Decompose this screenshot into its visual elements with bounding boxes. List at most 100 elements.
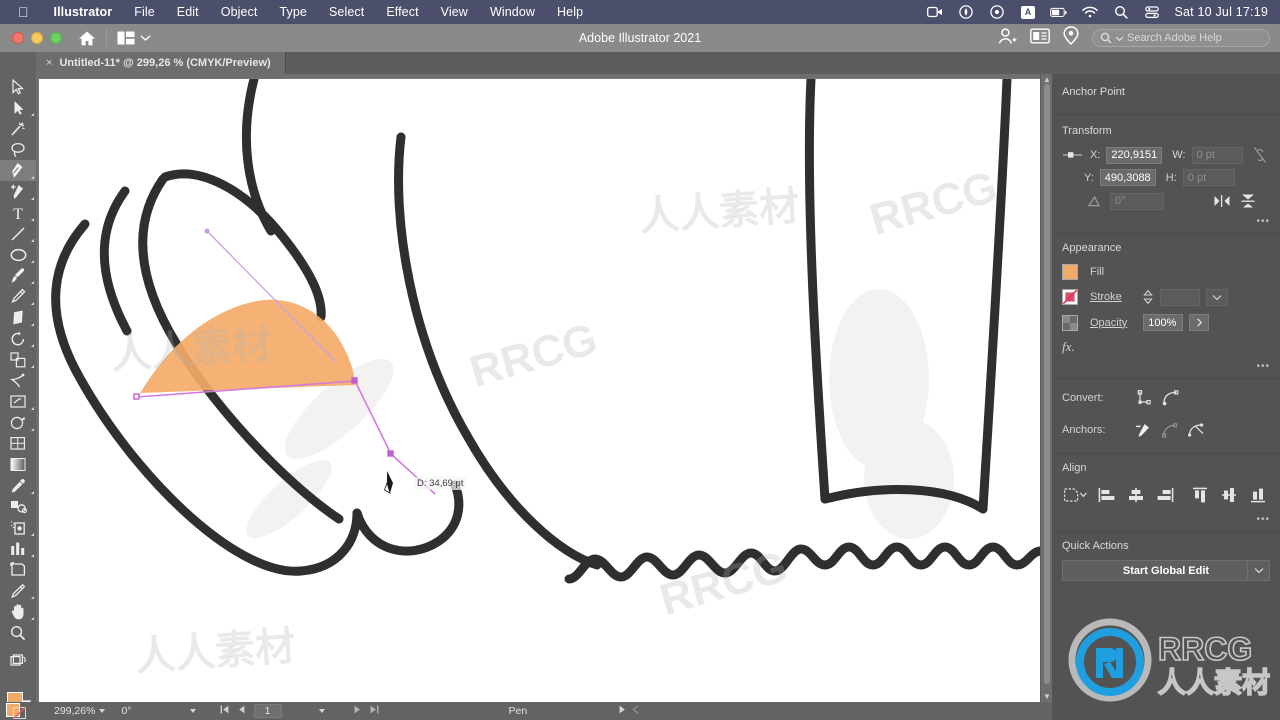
menu-view[interactable]: View: [430, 5, 479, 19]
chevron-down-icon[interactable]: [99, 709, 106, 713]
hide-handles-icon[interactable]: [1186, 421, 1206, 439]
tool-flyout-indicator[interactable]: [31, 428, 34, 431]
paintbrush-tool[interactable]: [0, 265, 36, 286]
page-chevron-down-icon[interactable]: [318, 709, 325, 713]
align-left-icon[interactable]: [1097, 486, 1117, 504]
stroke-label[interactable]: Stroke: [1090, 291, 1122, 303]
tool-flyout-indicator[interactable]: [31, 239, 34, 242]
opacity-input[interactable]: 100%: [1143, 314, 1184, 331]
selection-tool[interactable]: [0, 76, 36, 97]
next-page-icon[interactable]: [354, 705, 361, 717]
menu-illustrator[interactable]: Illustrator: [43, 5, 124, 19]
discover-icon[interactable]: [1063, 26, 1079, 50]
column-graph-tool[interactable]: [0, 538, 36, 559]
stroke-weight-dropdown[interactable]: [1205, 288, 1228, 306]
align-to-selection-icon[interactable]: [1062, 486, 1088, 504]
menu-bar-clock[interactable]: Sat 10 Jul 17:19: [1174, 5, 1268, 19]
rotation-control[interactable]: 0°: [115, 705, 137, 717]
tool-flyout-indicator[interactable]: [31, 344, 34, 347]
mesh-tool[interactable]: [0, 433, 36, 454]
align-horizontal-center-icon[interactable]: [1126, 486, 1146, 504]
scale-tool[interactable]: [0, 349, 36, 370]
tool-flyout-indicator[interactable]: [31, 260, 34, 263]
tool-flyout-indicator[interactable]: [31, 365, 34, 368]
perspective-grid-tool[interactable]: [0, 412, 36, 433]
tool-flyout-indicator[interactable]: [31, 176, 34, 179]
eyedropper-tool[interactable]: [0, 475, 36, 496]
symbol-sprayer-tool[interactable]: [0, 517, 36, 538]
x-input[interactable]: 220,9151: [1106, 146, 1163, 164]
artboard-tool[interactable]: [0, 559, 36, 580]
keyboard-layout-icon[interactable]: A: [1019, 5, 1036, 19]
vertical-scrollbar[interactable]: ▲ ▼: [1040, 74, 1052, 702]
minimize-window-button[interactable]: [31, 32, 43, 44]
status-bar-nav-arrows[interactable]: [613, 705, 646, 717]
appearance-more-options[interactable]: •••: [1052, 359, 1280, 372]
slice-tool[interactable]: [0, 580, 36, 601]
close-icon[interactable]: ×: [46, 57, 52, 69]
zoom-level-control[interactable]: 299,26%: [48, 705, 111, 717]
align-top-icon[interactable]: [1190, 486, 1210, 504]
free-transform-tool[interactable]: [0, 370, 36, 391]
align-vertical-center-icon[interactable]: [1219, 486, 1239, 504]
tool-flyout-indicator[interactable]: [31, 302, 34, 305]
reference-point-icon[interactable]: [1062, 146, 1084, 164]
search-icon[interactable]: [1112, 5, 1129, 19]
play-circle-icon[interactable]: [988, 5, 1005, 19]
type-tool[interactable]: T: [0, 202, 36, 223]
direct-selection-tool[interactable]: [0, 97, 36, 118]
close-window-button[interactable]: [12, 32, 24, 44]
arrange-documents-button[interactable]: [117, 31, 151, 45]
screen-mode-icon[interactable]: [1030, 28, 1050, 49]
scroll-up-icon[interactable]: ▲: [1043, 75, 1051, 84]
stroke-weight-stepper[interactable]: [1142, 288, 1154, 306]
pencil-tool[interactable]: [0, 286, 36, 307]
y-input[interactable]: 490,3088: [1099, 169, 1156, 186]
lasso-tool[interactable]: [0, 139, 36, 160]
start-global-edit-button[interactable]: Start Global Edit: [1062, 560, 1270, 581]
tool-flyout-indicator[interactable]: [31, 218, 34, 221]
stroke-weight-input[interactable]: [1159, 288, 1200, 306]
menu-window[interactable]: Window: [479, 5, 546, 19]
shield-icon[interactable]: [957, 5, 974, 19]
current-tool-indicator[interactable]: Pen: [503, 705, 534, 717]
tool-flyout-indicator[interactable]: [31, 617, 34, 620]
status-next-icon[interactable]: [619, 705, 626, 717]
convert-to-smooth-icon[interactable]: [1160, 389, 1180, 407]
rotation-chevron-down-icon[interactable]: [189, 709, 196, 713]
canvas-area[interactable]: D: 34,69 pt 人人素材 人人素材 RRCG RRCG 人人素材 RRC…: [36, 74, 1052, 702]
flip-vertical-icon[interactable]: [1238, 192, 1258, 210]
show-handles-icon[interactable]: [1160, 421, 1180, 439]
scrollbar-thumb[interactable]: [1044, 84, 1050, 684]
tool-flyout-indicator[interactable]: [31, 533, 34, 536]
menu-help[interactable]: Help: [546, 5, 594, 19]
account-icon[interactable]: [997, 27, 1017, 50]
link-broken-icon[interactable]: [1251, 146, 1271, 164]
gradient-tool[interactable]: [0, 454, 36, 475]
fill-swatch[interactable]: [1062, 264, 1078, 280]
prev-page-icon[interactable]: [238, 705, 245, 717]
tool-flyout-indicator[interactable]: [31, 323, 34, 326]
battery-icon[interactable]: [1050, 5, 1068, 19]
blend-tool[interactable]: [0, 496, 36, 517]
status-resize-icon[interactable]: [632, 705, 640, 717]
shape-builder-tool[interactable]: [0, 391, 36, 412]
ellipse-tool[interactable]: [0, 244, 36, 265]
tool-flyout-indicator[interactable]: [31, 197, 34, 200]
status-fill-stroke-swatch[interactable]: [6, 703, 26, 720]
stroke-swatch[interactable]: [1062, 289, 1078, 305]
convert-to-corner-icon[interactable]: [1134, 389, 1154, 407]
opacity-options-button[interactable]: [1189, 314, 1210, 331]
search-adobe-help-input[interactable]: Search Adobe Help: [1092, 29, 1270, 47]
w-input[interactable]: 0 pt: [1191, 146, 1243, 164]
apple-icon[interactable]: : [18, 5, 29, 19]
control-center-icon[interactable]: [1143, 5, 1160, 19]
tool-flyout-indicator[interactable]: [31, 407, 34, 410]
opacity-swatch[interactable]: [1062, 314, 1078, 331]
magic-wand-tool[interactable]: [0, 118, 36, 139]
start-global-edit-caret[interactable]: [1247, 561, 1269, 580]
opacity-label[interactable]: Opacity: [1090, 317, 1127, 329]
screen-record-icon[interactable]: [926, 5, 943, 19]
last-page-icon[interactable]: [370, 705, 379, 717]
add-anchor-point-tool[interactable]: [0, 181, 36, 202]
